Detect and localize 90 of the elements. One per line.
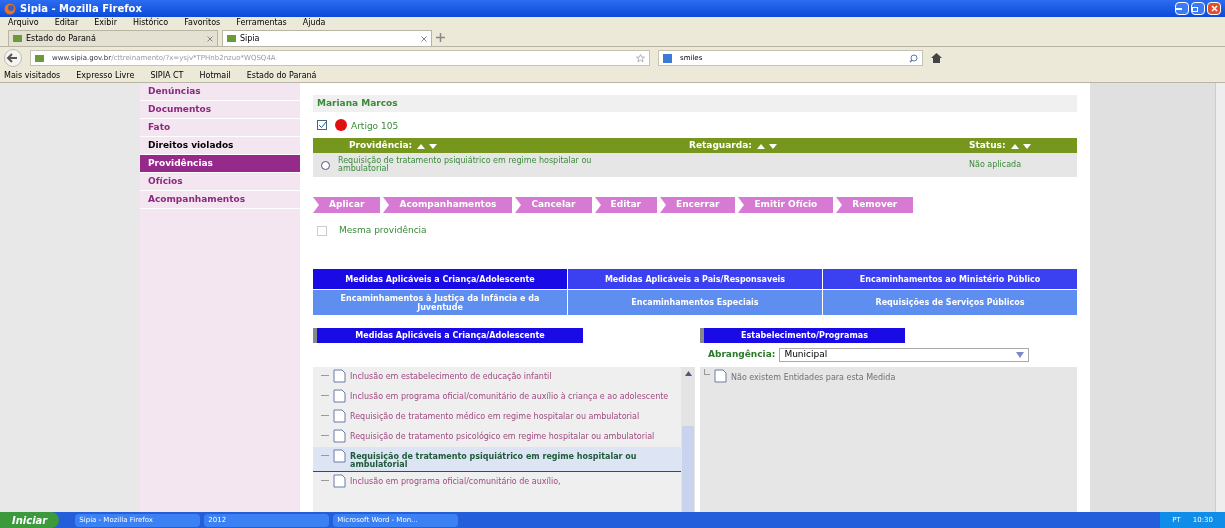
chevron-icon (383, 197, 390, 213)
tree-item[interactable]: Inclusão em programa oficial/comunitário de auxílio, (313, 472, 681, 492)
column-header: Retaguarda: (689, 138, 752, 152)
tree-item[interactable]: Requisição de tratamento psicológico em regime hospitalar ou ambulatorial (313, 427, 681, 447)
tree-item[interactable]: Inclusão em estabelecimento de educação infantil (313, 367, 681, 387)
menu-item[interactable]: Favoritos (184, 17, 221, 29)
restore-icon (1192, 5, 1200, 12)
tree-item-label: Requisição de tratamento médico em regime hospitalar ou ambulatorial (350, 413, 641, 421)
bookmark-link[interactable]: Expresso Livre (76, 69, 135, 82)
sidebar-item[interactable]: Providências (140, 155, 300, 173)
sort-arrows-icon[interactable] (755, 142, 778, 149)
radio-button[interactable] (321, 160, 330, 170)
browser-logo-icon (4, 2, 16, 15)
document-icon (333, 474, 346, 488)
star-icon[interactable] (636, 53, 645, 63)
bookmark-link[interactable]: Mais visitados (4, 69, 61, 82)
category-tab[interactable]: Medidas Aplicáveis a Criança/Adolescente (313, 269, 567, 289)
close-tab-icon[interactable] (421, 35, 427, 42)
restore-button[interactable] (1191, 2, 1205, 15)
document-icon (333, 429, 346, 443)
document-icon (333, 389, 346, 403)
menu-item[interactable]: Exibir (94, 17, 117, 29)
scrollbar[interactable] (681, 367, 695, 512)
tree-item[interactable]: Requisição de tratamento psiquiátrico em regime hospitalar ou ambulatorial (313, 447, 681, 472)
chevron-icon (836, 197, 843, 213)
tree-item-label: Inclusão em programa oficial/comunitário de auxílio à criança e ao adolescente (350, 393, 670, 401)
site-icon (13, 35, 22, 42)
chevron-icon (738, 197, 745, 213)
empty-message: Não existem Entidades para esta Medida (731, 372, 896, 384)
page-scrollbar[interactable] (1215, 83, 1225, 512)
menu-item[interactable]: Arquivo (8, 17, 39, 29)
browser-tab[interactable]: Estado do Paraná (8, 30, 218, 46)
bookmark-link[interactable]: Hotmail (199, 69, 231, 82)
tree-item[interactable]: Requisição de tratamento médico em regime hospitalar ou ambulatorial (313, 407, 681, 427)
check-icon (318, 122, 326, 128)
site-icon (35, 54, 44, 62)
window-title: Sipia - Mozilla Firefox (20, 2, 142, 16)
column-header: Providência: (349, 138, 413, 152)
tree-item[interactable]: Inclusão em programa oficial/comunitário de auxílio à criança e ao adolescente (313, 387, 681, 407)
document-icon (333, 369, 346, 383)
tree-item-label: Inclusão em estabelecimento de educação infantil (350, 373, 553, 381)
menu-item[interactable]: Ajuda (302, 17, 326, 29)
dropdown-caret-icon (1016, 352, 1025, 358)
select-value: Municipal (784, 348, 828, 362)
table-cell-text: Não aplicada (969, 161, 1023, 169)
chevron-icon (594, 197, 601, 213)
close-tab-icon[interactable] (207, 35, 213, 42)
chevron-icon (313, 197, 319, 213)
document-icon (714, 369, 727, 383)
bookmark-link[interactable]: Estado do Paraná (246, 69, 317, 82)
minimize-icon (1176, 7, 1182, 10)
scroll-thumb[interactable] (682, 426, 694, 512)
tree-item-label: Requisição de tratamento psicológico em regime hospitalar ou ambulatorial (350, 433, 656, 441)
bookmark-link[interactable]: SIPIA CT (150, 69, 184, 82)
menu-item[interactable]: Editar (54, 17, 79, 29)
menu-item[interactable]: Ferramentas (236, 17, 287, 29)
checkbox[interactable] (317, 120, 327, 130)
close-icon (1210, 5, 1218, 12)
tree-item-label: Inclusão em programa oficial/comunitário de auxílio, (350, 478, 562, 486)
minimize-button[interactable] (1175, 2, 1189, 15)
close-button[interactable] (1207, 2, 1221, 15)
search-icon[interactable] (909, 53, 918, 63)
home-icon[interactable] (931, 53, 942, 63)
coverage-select[interactable]: Municipal (779, 348, 1030, 362)
chevron-icon (660, 197, 667, 213)
column-header: Status: (969, 138, 1006, 152)
document-icon (333, 409, 346, 423)
sort-arrows-icon[interactable] (416, 142, 439, 149)
search-engine-icon[interactable] (663, 53, 672, 63)
tree-item-label: Requisição de tratamento psiquiátrico em regime hospitalar ou ambulatorial (350, 453, 638, 469)
checkbox-label: Mesma providência (339, 224, 427, 238)
scroll-up-arrow-icon[interactable] (684, 371, 692, 376)
sort-arrows-icon[interactable] (1009, 142, 1032, 149)
menu-item[interactable]: Histórico (132, 17, 169, 29)
table-cell-text: Requisição de tratamento psiquiátrico em regime hospitalar ou ambulatorial (338, 157, 593, 173)
chevron-icon (515, 197, 522, 213)
panel-header: Medidas Aplicáveis a Criança/Adolescente (313, 328, 583, 343)
new-tab-icon[interactable] (436, 33, 445, 42)
document-icon (333, 449, 346, 463)
field-label: Abrangência: (708, 348, 776, 362)
tab-label: Estado do Paraná (26, 32, 96, 45)
site-icon (227, 35, 236, 42)
browser-tab[interactable]: Sipia (222, 30, 432, 46)
person-name: Mariana Marcos (317, 96, 398, 110)
category-tab[interactable]: Medidas Aplicáveis a Pais/Responsaveis (568, 269, 822, 289)
panel-header: Estabelecimento/Programas (700, 328, 905, 343)
category-tab[interactable]: Encaminhamentos ao Ministério Público (823, 269, 1077, 289)
start-button[interactable]: Iniciar (0, 512, 60, 528)
tab-label: Sipia (240, 32, 260, 45)
article-label: Artigo 105 (351, 120, 399, 134)
